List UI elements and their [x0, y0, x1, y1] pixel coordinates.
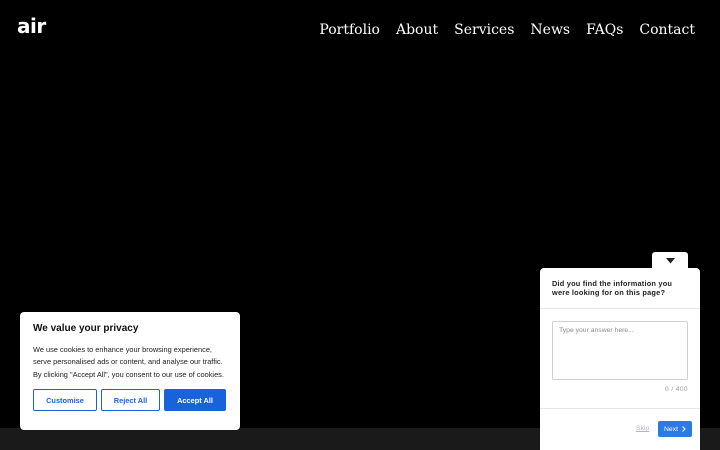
next-button[interactable]: Next — [658, 421, 692, 437]
caret-down-icon — [665, 258, 675, 264]
cookie-text: We use cookies to enhance your browsing … — [33, 345, 224, 379]
cookie-title: We value your privacy — [33, 323, 139, 334]
nav-about[interactable]: About — [396, 20, 438, 40]
site-logo[interactable]: air — [17, 14, 46, 38]
feedback-question: Did you find the information you were lo… — [540, 268, 700, 309]
skip-link[interactable]: Skip — [636, 425, 649, 432]
chevron-right-icon — [682, 426, 686, 432]
reject-all-button[interactable]: Reject All — [101, 389, 160, 412]
feedback-body: 0 / 400 — [540, 309, 700, 409]
main-nav: Portfolio About Services News FAQs Conta… — [319, 20, 695, 40]
nav-faqs[interactable]: FAQs — [586, 20, 623, 40]
customise-button[interactable]: Customise — [33, 389, 97, 412]
nav-portfolio[interactable]: Portfolio — [319, 20, 380, 40]
accept-all-button[interactable]: Accept All — [164, 389, 226, 412]
feedback-footer: Skip Next — [540, 409, 700, 449]
character-counter: 0 / 400 — [665, 386, 688, 393]
feedback-widget: Did you find the information you were lo… — [540, 268, 700, 450]
nav-services[interactable]: Services — [454, 20, 514, 40]
cookie-buttons: Customise Reject All Accept All — [33, 389, 227, 412]
cookie-banner: We value your privacy We use cookies to … — [20, 312, 240, 430]
next-label: Next — [664, 425, 678, 433]
nav-news[interactable]: News — [530, 20, 570, 40]
feedback-answer-input[interactable] — [552, 321, 688, 380]
nav-contact[interactable]: Contact — [639, 20, 695, 40]
